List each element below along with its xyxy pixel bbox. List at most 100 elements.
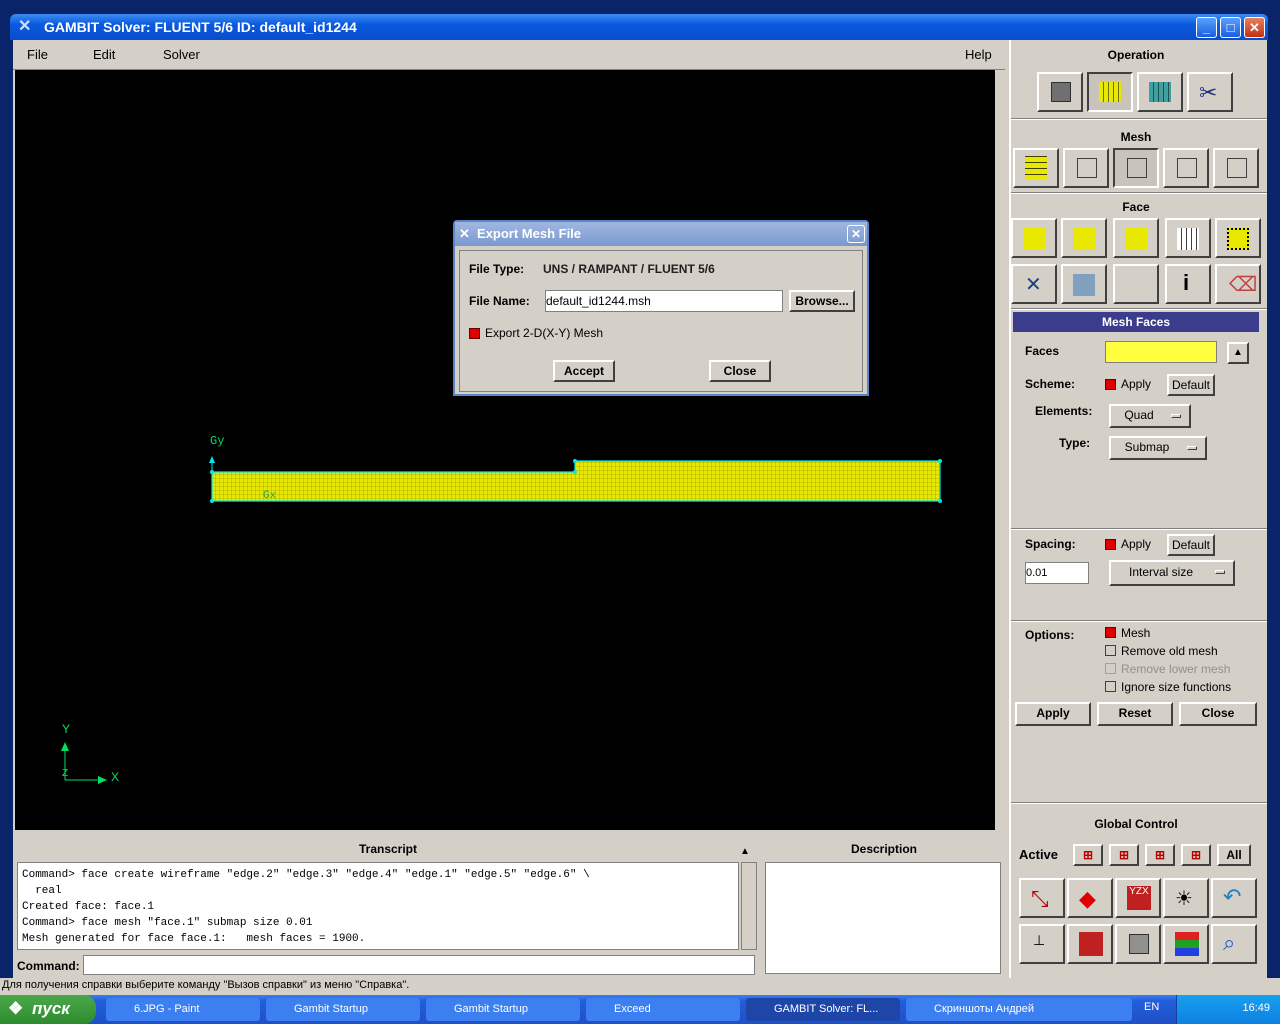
vertex[interactable]: [210, 499, 214, 503]
boundary-layer-button[interactable]: [1013, 148, 1059, 188]
type-select[interactable]: Submap: [1109, 436, 1207, 460]
face-mesh-button[interactable]: [1113, 148, 1159, 188]
light-icon: ☀: [1175, 888, 1193, 910]
specify-color-button[interactable]: [1163, 924, 1209, 964]
option-ignore-size-checkbox[interactable]: [1105, 681, 1116, 692]
zones-icon: [1149, 82, 1171, 102]
option-remove-old-checkbox[interactable]: [1105, 645, 1116, 656]
vertex[interactable]: [573, 459, 577, 463]
accept-button[interactable]: Accept: [553, 360, 615, 382]
fit-icon: ⤡: [1031, 886, 1049, 911]
dialog-close-icon[interactable]: ✕: [847, 225, 865, 243]
faces-pick-button[interactable]: ▲: [1227, 342, 1249, 364]
transcript-expand-icon[interactable]: ▲: [737, 846, 753, 860]
transcript-scrollbar[interactable]: [741, 862, 757, 950]
menu-edit[interactable]: Edit: [93, 47, 115, 62]
active-quadrant-1[interactable]: ⊞: [1073, 844, 1103, 866]
orient-model-button[interactable]: YZX: [1115, 878, 1161, 918]
mesh-op-button[interactable]: [1087, 72, 1133, 112]
menu-solver[interactable]: Solver: [163, 47, 200, 62]
face-vertex-button[interactable]: [1215, 218, 1261, 258]
spacing-value-input[interactable]: [1025, 562, 1089, 584]
face-blank-button[interactable]: [1113, 264, 1159, 304]
taskbar-item-folder[interactable]: Скриншоты Андрей: [906, 998, 1132, 1021]
face-delete-button[interactable]: ⌫: [1215, 264, 1261, 304]
taskbar-item-gambit-startup-2[interactable]: Gambit Startup: [426, 998, 580, 1021]
edge-mesh-button[interactable]: [1063, 148, 1109, 188]
face-split-button[interactable]: ✕: [1011, 264, 1057, 304]
taskbar-item-gambit-startup-1[interactable]: Gambit Startup: [266, 998, 420, 1021]
start-button[interactable]: ❖ пуск: [0, 995, 96, 1024]
fit-to-window-button[interactable]: ⤡: [1019, 878, 1065, 918]
dialog-close-button[interactable]: Close: [709, 360, 771, 382]
export-2d-checkbox[interactable]: [469, 328, 480, 339]
volume-mesh-button[interactable]: [1163, 148, 1209, 188]
select-pivot-button[interactable]: ◆: [1067, 878, 1113, 918]
taskbar-item-gambit[interactable]: GAMBIT Solver: FL...: [746, 998, 900, 1021]
option-mesh-checkbox[interactable]: [1105, 627, 1116, 638]
interval-select[interactable]: Interval size: [1109, 560, 1235, 586]
panel-close-button[interactable]: Close: [1179, 702, 1257, 726]
taskbar-item-exceed[interactable]: Exceed: [586, 998, 740, 1021]
close-button[interactable]: ✕: [1244, 17, 1265, 38]
display-attributes-button[interactable]: [1115, 924, 1161, 964]
vertex[interactable]: [938, 459, 942, 463]
menu-help[interactable]: Help: [965, 47, 992, 62]
smooth-icon: [1177, 228, 1199, 250]
examine-mesh-button[interactable]: ⌕: [1211, 924, 1257, 964]
command-input[interactable]: [83, 955, 755, 975]
interval-value: Interval size: [1128, 565, 1194, 579]
vertex[interactable]: [210, 470, 214, 474]
option-menu-icon: [1187, 446, 1197, 450]
face-smooth-button[interactable]: [1165, 218, 1211, 258]
scheme-apply-checkbox[interactable]: [1105, 379, 1116, 390]
elements-select[interactable]: Quad: [1109, 404, 1191, 428]
render-model-button[interactable]: [1067, 924, 1113, 964]
group-icon: [1227, 158, 1247, 178]
face-info-button[interactable]: i: [1165, 264, 1211, 304]
language-indicator[interactable]: EN: [1144, 1001, 1159, 1013]
active-quadrant-3[interactable]: ⊞: [1145, 844, 1175, 866]
spacing-default-button[interactable]: Default: [1167, 534, 1215, 556]
scheme-default-button[interactable]: Default: [1167, 374, 1215, 396]
mesh-face[interactable]: [211, 460, 941, 502]
menu-file[interactable]: File: [27, 47, 48, 62]
group-mesh-button[interactable]: [1213, 148, 1259, 188]
face-link-button[interactable]: [1061, 218, 1107, 258]
eraser-icon: ⌫: [1229, 274, 1258, 296]
type-value: Submap: [1124, 440, 1170, 454]
graphics-canvas[interactable]: Gy Gx Y X Z: [15, 70, 995, 830]
shade-button[interactable]: ☀: [1163, 878, 1209, 918]
edge-icon: [1077, 158, 1097, 178]
paint-status-line: Для получения справки выберите команду "…: [0, 978, 1280, 995]
face-modify-button[interactable]: [1113, 218, 1159, 258]
active-quadrant-4[interactable]: ⊞: [1181, 844, 1211, 866]
panel-apply-button[interactable]: Apply: [1015, 702, 1091, 726]
undo-button[interactable]: ↶: [1211, 878, 1257, 918]
panel-reset-button[interactable]: Reset: [1097, 702, 1173, 726]
option-mesh-label: Mesh: [1121, 626, 1151, 640]
face-title: Face: [1122, 200, 1150, 214]
face-mesh-faces-button[interactable]: [1011, 218, 1057, 258]
vertex[interactable]: [938, 499, 942, 503]
tools-op-button[interactable]: ✂: [1187, 72, 1233, 112]
active-all-button[interactable]: All: [1217, 844, 1251, 866]
minimize-button[interactable]: _: [1196, 17, 1217, 38]
file-name-input[interactable]: [545, 290, 783, 312]
spacing-apply-checkbox[interactable]: [1105, 539, 1116, 550]
command-label: Command:: [17, 959, 80, 973]
maximize-button[interactable]: □: [1220, 17, 1241, 38]
browse-button[interactable]: Browse...: [789, 290, 855, 312]
taskbar-item-paint[interactable]: 6.JPG - Paint: [106, 998, 260, 1021]
option-remove-lower-label: Remove lower mesh: [1121, 662, 1231, 676]
vertex[interactable]: [573, 470, 577, 474]
separator: [1011, 308, 1267, 310]
active-quadrant-2[interactable]: ⊞: [1109, 844, 1139, 866]
geometry-op-button[interactable]: [1037, 72, 1083, 112]
coordinate-system-button[interactable]: ⊥: [1019, 924, 1065, 964]
separator: [1011, 118, 1267, 120]
file-type-value: UNS / RAMPANT / FLUENT 5/6: [543, 262, 715, 276]
face-examine-button[interactable]: [1061, 264, 1107, 304]
zones-op-button[interactable]: [1137, 72, 1183, 112]
faces-input[interactable]: [1105, 341, 1217, 363]
